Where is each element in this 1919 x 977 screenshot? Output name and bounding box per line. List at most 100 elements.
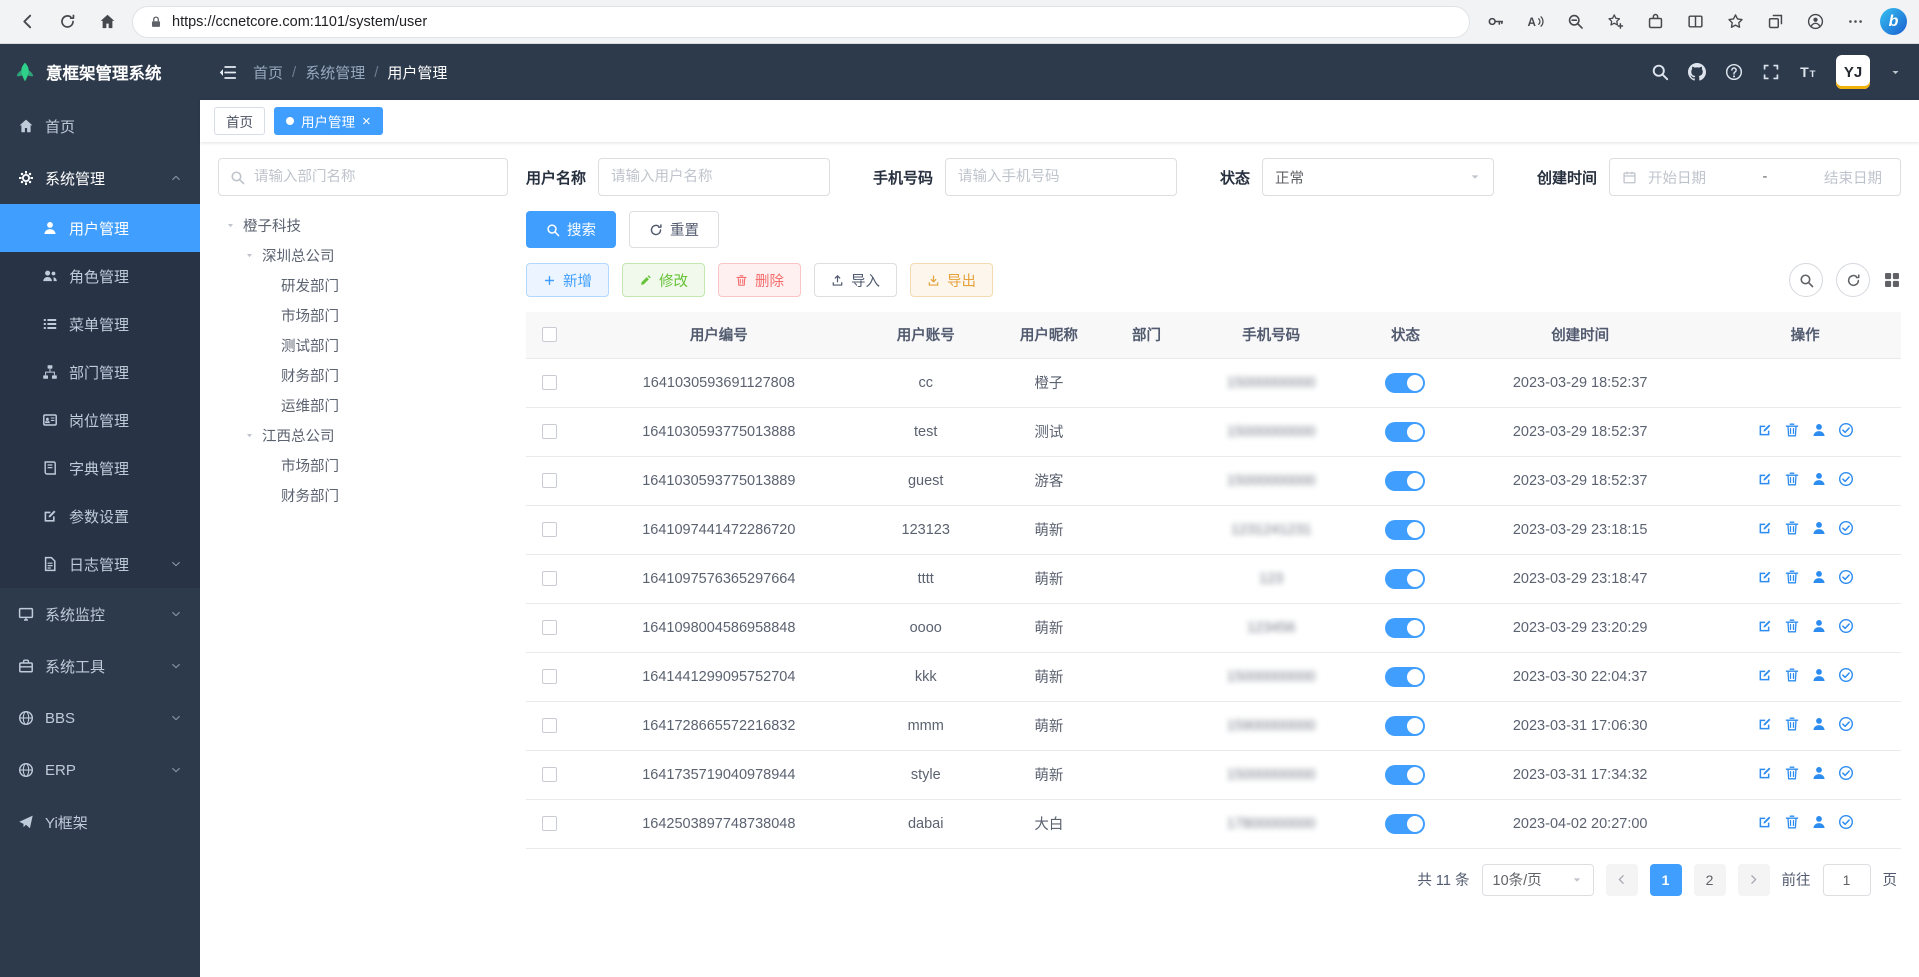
- browser-refresh-button[interactable]: [52, 7, 82, 37]
- tree-node[interactable]: 财务部门: [218, 360, 508, 390]
- user-avatar[interactable]: YJ: [1836, 55, 1870, 89]
- github-icon[interactable]: [1688, 63, 1706, 81]
- collapse-sidebar-button[interactable]: [218, 63, 237, 82]
- select-all-checkbox[interactable]: [542, 327, 557, 342]
- column-settings-icon[interactable]: [1883, 271, 1901, 289]
- status-toggle[interactable]: [1385, 667, 1425, 687]
- page-size-select[interactable]: 10条/页: [1482, 864, 1594, 896]
- tree-node[interactable]: 运维部门: [218, 390, 508, 420]
- help-icon[interactable]: [1725, 63, 1743, 81]
- sidebar-item-user-mgmt[interactable]: 用户管理: [0, 204, 200, 252]
- page-button[interactable]: 2: [1694, 864, 1726, 896]
- row-edit-button[interactable]: [1757, 716, 1773, 732]
- goto-page-input[interactable]: [1823, 864, 1871, 896]
- date-range-picker[interactable]: 开始日期 - 结束日期: [1609, 158, 1901, 196]
- row-edit-button[interactable]: [1757, 814, 1773, 830]
- tree-caret-icon[interactable]: [224, 220, 236, 231]
- table-search-toggle-icon[interactable]: [1789, 263, 1823, 297]
- split-screen-icon[interactable]: [1680, 7, 1710, 37]
- edit-button[interactable]: 修改: [622, 263, 705, 297]
- row-checkbox[interactable]: [542, 620, 557, 635]
- row-approve-button[interactable]: [1838, 814, 1854, 830]
- row-reset-password-button[interactable]: [1811, 765, 1827, 781]
- row-approve-button[interactable]: [1838, 716, 1854, 732]
- browser-menu-icon[interactable]: [1840, 7, 1870, 37]
- status-toggle[interactable]: [1385, 765, 1425, 785]
- row-edit-button[interactable]: [1757, 569, 1773, 585]
- row-approve-button[interactable]: [1838, 471, 1854, 487]
- sidebar-item-menu-mgmt[interactable]: 菜单管理: [0, 300, 200, 348]
- row-reset-password-button[interactable]: [1811, 814, 1827, 830]
- tree-node[interactable]: 财务部门: [218, 480, 508, 510]
- row-reset-password-button[interactable]: [1811, 618, 1827, 634]
- tree-caret-icon[interactable]: [243, 430, 255, 441]
- row-approve-button[interactable]: [1838, 569, 1854, 585]
- row-delete-button[interactable]: [1784, 569, 1800, 585]
- tree-node[interactable]: 市场部门: [218, 300, 508, 330]
- sidebar-item-yi-framework[interactable]: Yi框架: [0, 796, 200, 848]
- tree-node[interactable]: 江西总公司: [218, 420, 508, 450]
- row-edit-button[interactable]: [1757, 667, 1773, 683]
- tree-node[interactable]: 研发部门: [218, 270, 508, 300]
- row-edit-button[interactable]: [1757, 422, 1773, 438]
- sidebar-item-system-monitor[interactable]: 系统监控: [0, 588, 200, 640]
- extensions-icon[interactable]: [1640, 7, 1670, 37]
- row-edit-button[interactable]: [1757, 765, 1773, 781]
- row-edit-button[interactable]: [1757, 471, 1773, 487]
- delete-button[interactable]: 删除: [718, 263, 801, 297]
- password-manager-icon[interactable]: [1480, 7, 1510, 37]
- status-select[interactable]: 正常: [1262, 158, 1494, 196]
- add-button[interactable]: 新增: [526, 263, 609, 297]
- status-toggle[interactable]: [1385, 471, 1425, 491]
- row-reset-password-button[interactable]: [1811, 569, 1827, 585]
- sidebar-item-erp[interactable]: ERP: [0, 744, 200, 796]
- username-input[interactable]: [598, 158, 830, 196]
- sidebar-item-home[interactable]: 首页: [0, 100, 200, 152]
- favorites-icon[interactable]: [1720, 7, 1750, 37]
- status-toggle[interactable]: [1385, 569, 1425, 589]
- sidebar-item-post-mgmt[interactable]: 岗位管理: [0, 396, 200, 444]
- add-favorite-icon[interactable]: [1600, 7, 1630, 37]
- tree-node[interactable]: 深圳总公司: [218, 240, 508, 270]
- row-reset-password-button[interactable]: [1811, 667, 1827, 683]
- status-toggle[interactable]: [1385, 716, 1425, 736]
- row-approve-button[interactable]: [1838, 667, 1854, 683]
- row-checkbox[interactable]: [542, 571, 557, 586]
- sidebar-item-dept-mgmt[interactable]: 部门管理: [0, 348, 200, 396]
- row-delete-button[interactable]: [1784, 422, 1800, 438]
- row-checkbox[interactable]: [542, 522, 557, 537]
- row-reset-password-button[interactable]: [1811, 422, 1827, 438]
- row-checkbox[interactable]: [542, 424, 557, 439]
- status-toggle[interactable]: [1385, 422, 1425, 442]
- header-search-icon[interactable]: [1651, 63, 1669, 81]
- breadcrumb-item[interactable]: 首页: [253, 62, 283, 83]
- reset-button[interactable]: 重置: [629, 211, 719, 248]
- fullscreen-icon[interactable]: [1762, 63, 1780, 81]
- copilot-bing-icon[interactable]: b: [1880, 8, 1907, 35]
- row-delete-button[interactable]: [1784, 814, 1800, 830]
- export-button[interactable]: 导出: [910, 263, 993, 297]
- browser-home-button[interactable]: [92, 7, 122, 37]
- row-delete-button[interactable]: [1784, 618, 1800, 634]
- breadcrumb-item[interactable]: 系统管理: [305, 62, 365, 83]
- sidebar-item-log-mgmt[interactable]: 日志管理: [0, 540, 200, 588]
- row-reset-password-button[interactable]: [1811, 716, 1827, 732]
- row-approve-button[interactable]: [1838, 520, 1854, 536]
- row-checkbox[interactable]: [542, 767, 557, 782]
- search-button[interactable]: 搜索: [526, 211, 616, 248]
- collections-icon[interactable]: [1760, 7, 1790, 37]
- tree-node[interactable]: 市场部门: [218, 450, 508, 480]
- tab-home[interactable]: 首页: [214, 107, 265, 135]
- dept-search-input[interactable]: [254, 169, 496, 185]
- prev-page-button[interactable]: [1606, 864, 1638, 896]
- import-button[interactable]: 导入: [814, 263, 897, 297]
- next-page-button[interactable]: [1738, 864, 1770, 896]
- row-approve-button[interactable]: [1838, 765, 1854, 781]
- row-reset-password-button[interactable]: [1811, 520, 1827, 536]
- phone-input[interactable]: [945, 158, 1177, 196]
- read-aloud-icon[interactable]: A: [1520, 7, 1550, 37]
- row-delete-button[interactable]: [1784, 471, 1800, 487]
- row-delete-button[interactable]: [1784, 520, 1800, 536]
- sidebar-item-system-tools[interactable]: 系统工具: [0, 640, 200, 692]
- row-checkbox[interactable]: [542, 669, 557, 684]
